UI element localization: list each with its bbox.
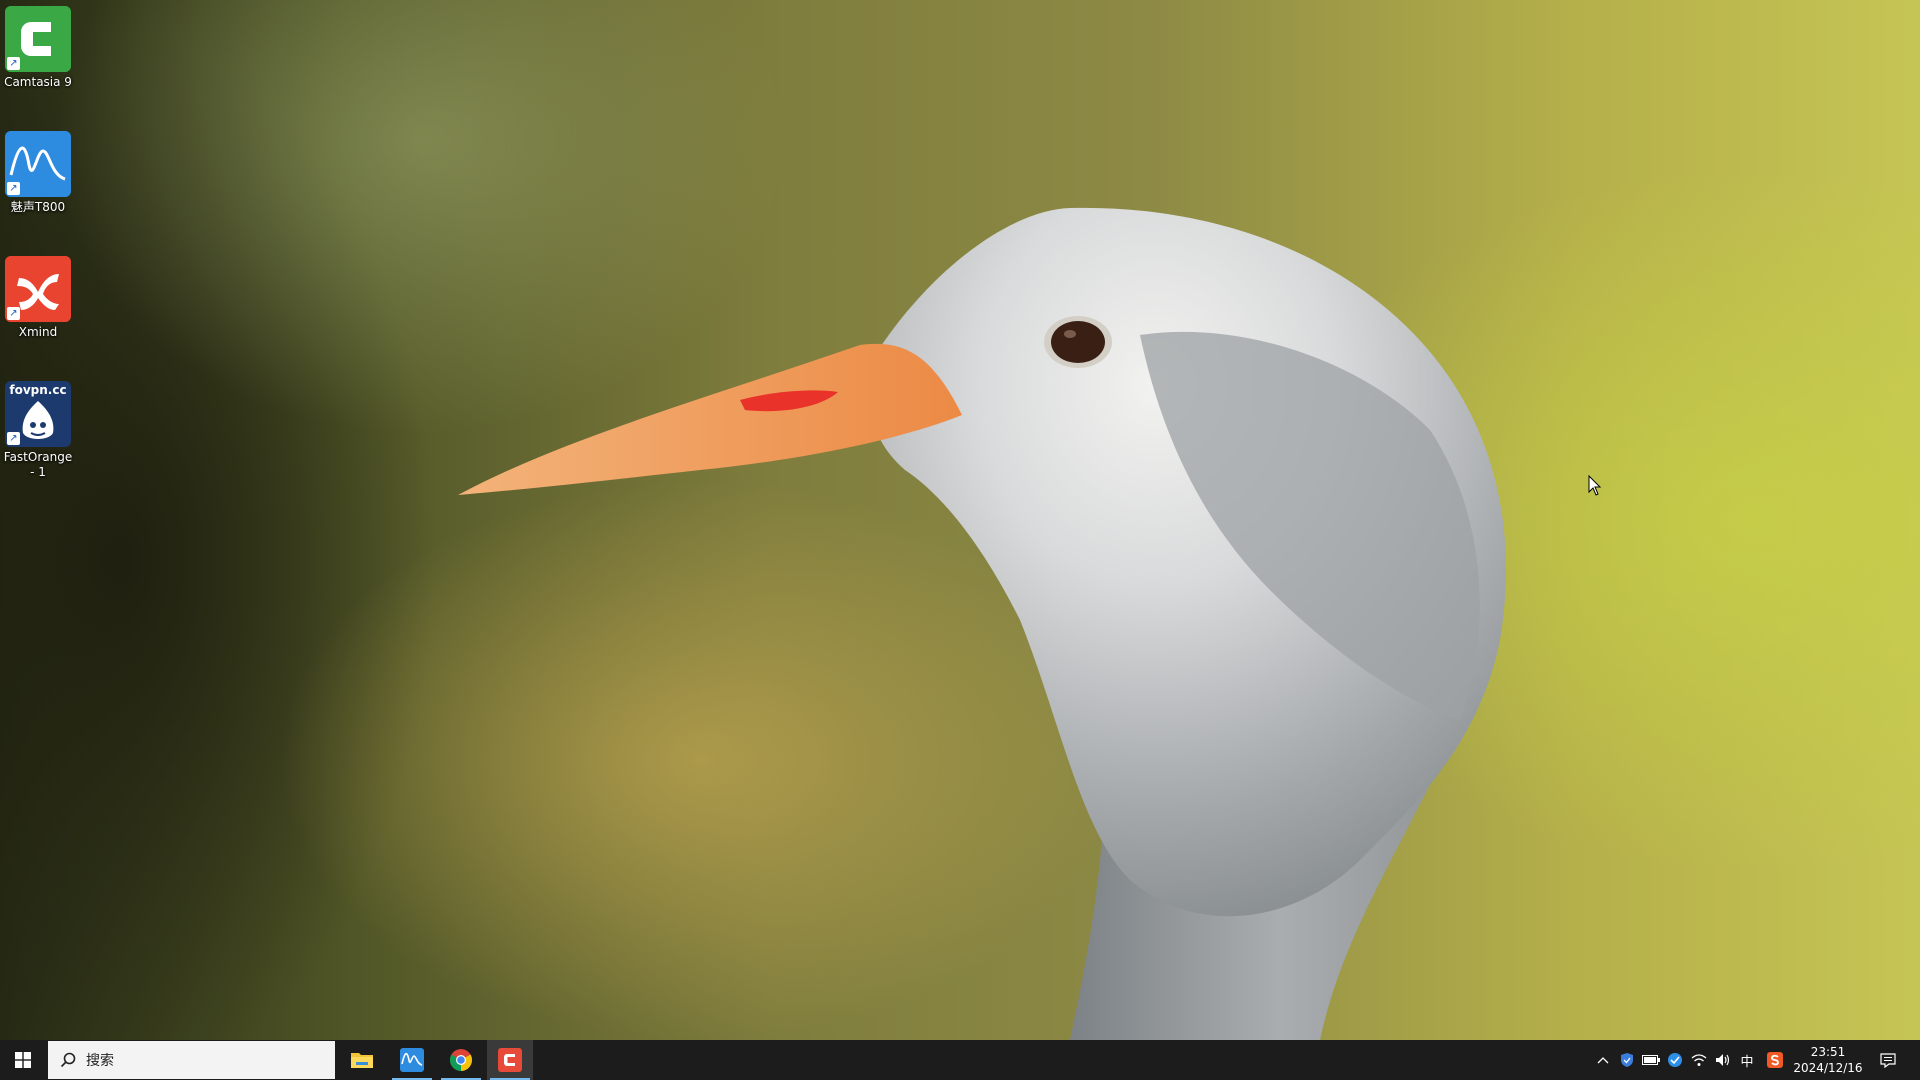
shortcut-arrow-icon: ↗ <box>7 57 20 70</box>
meisheng-icon <box>400 1048 424 1072</box>
meisheng-icon: ↗ <box>5 131 71 197</box>
shortcut-arrow-icon: ↗ <box>7 432 20 445</box>
app-tray-blue-circle-icon[interactable] <box>1664 1040 1686 1080</box>
taskbar-search-box[interactable]: 搜索 <box>48 1041 335 1079</box>
fastorange-badge: fovpn.cc <box>9 383 67 397</box>
desktop-icon-label: Camtasia 9 <box>4 75 72 89</box>
volume-icon[interactable] <box>1712 1040 1734 1080</box>
taskbar-app-file-explorer[interactable] <box>339 1040 385 1080</box>
shortcut-arrow-icon: ↗ <box>7 182 20 195</box>
desktop-icon-label: Xmind <box>18 325 58 339</box>
start-button[interactable] <box>0 1040 46 1080</box>
desktop-wallpaper <box>0 0 1920 1040</box>
taskbar-clock[interactable]: 23:51 2024/12/16 <box>1788 1044 1868 1076</box>
windows-logo-icon <box>15 1052 31 1068</box>
file-explorer-icon <box>351 1053 373 1068</box>
shortcut-arrow-icon: ↗ <box>7 307 20 320</box>
desktop-icon-xmind[interactable]: ↗ Xmind <box>0 250 76 340</box>
sogou-input-icon[interactable] <box>1764 1040 1786 1080</box>
show-hidden-icons-chevron-icon[interactable] <box>1592 1040 1614 1080</box>
taskbar-app-camtasia[interactable] <box>487 1040 533 1080</box>
desktop-icon-label: 魅声T800 <box>10 200 66 214</box>
desktop-icon-camtasia[interactable]: ↗ Camtasia 9 <box>0 0 76 90</box>
input-method-indicator[interactable]: 中 <box>1736 1040 1758 1080</box>
mouse-cursor-icon <box>1588 475 1602 496</box>
search-placeholder: 搜索 <box>86 1053 114 1069</box>
chrome-icon <box>450 1049 472 1071</box>
desktop-icon-meisheng[interactable]: ↗ 魅声T800 <box>0 125 76 215</box>
camtasia-icon <box>498 1048 522 1072</box>
desktop-icon-label: FastOrange - 1 <box>3 450 73 479</box>
battery-icon[interactable] <box>1640 1040 1662 1080</box>
taskbar-app-meisheng[interactable] <box>389 1040 435 1080</box>
desktop-icon-fastorange[interactable]: fovpn.cc ↗ FastOrange - 1 <box>0 375 76 480</box>
clock-time: 23:51 <box>1810 1045 1846 1059</box>
taskbar: 搜索 中 23:51 2024/12/16 <box>0 1040 1920 1080</box>
camtasia-icon: ↗ <box>5 6 71 72</box>
search-icon <box>60 1052 76 1068</box>
wifi-icon[interactable] <box>1688 1040 1710 1080</box>
fastorange-icon: fovpn.cc ↗ <box>5 381 71 447</box>
xmind-icon: ↗ <box>5 256 71 322</box>
clock-date: 2024/12/16 <box>1793 1061 1863 1075</box>
crane-image <box>458 207 1506 1040</box>
security-shield-icon[interactable] <box>1616 1040 1638 1080</box>
notification-center-icon[interactable] <box>1876 1040 1900 1080</box>
taskbar-app-chrome[interactable] <box>438 1040 484 1080</box>
